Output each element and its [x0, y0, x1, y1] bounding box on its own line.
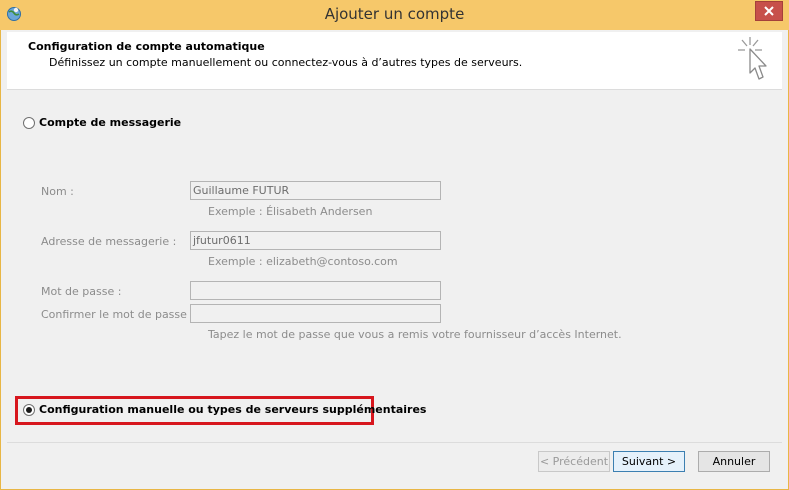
window-title: Ajouter un compte — [324, 5, 465, 23]
radio-email-account-circle[interactable] — [23, 116, 35, 129]
confirm-password-label: Confirmer le mot de passe : — [41, 308, 195, 321]
radio-email-account-label: Compte de messagerie — [39, 116, 182, 129]
email-label: Adresse de messagerie : — [41, 235, 177, 248]
password-hint: Tapez le mot de passe que vous a remis v… — [208, 328, 622, 341]
radio-email-account[interactable]: Compte de messagerie — [23, 116, 181, 129]
cursor-sparkle-icon — [738, 37, 767, 80]
password-label: Mot de passe : — [41, 285, 122, 298]
back-button[interactable]: < Précédent — [538, 451, 610, 472]
title-bar: Ajouter un compte — [0, 0, 789, 30]
cancel-button[interactable]: Annuler — [698, 451, 770, 472]
header-panel: Configuration de compte automatique Défi… — [7, 32, 782, 90]
radio-manual-config-label: Configuration manuelle ou types de serve… — [39, 403, 427, 416]
close-icon — [764, 6, 774, 16]
header-title: Configuration de compte automatique — [28, 40, 265, 53]
footer-separator — [7, 442, 782, 443]
name-label: Nom : — [41, 185, 74, 198]
radio-manual-config-circle[interactable] — [23, 403, 35, 416]
password-field[interactable] — [190, 281, 441, 300]
header-subtitle: Définissez un compte manuellement ou con… — [49, 56, 523, 69]
name-field[interactable]: Guillaume FUTUR — [190, 181, 441, 200]
name-hint: Exemple : Élisabeth Andersen — [208, 205, 373, 218]
confirm-password-field[interactable] — [190, 304, 441, 323]
next-button[interactable]: Suivant > — [613, 451, 685, 472]
close-button[interactable] — [755, 1, 783, 21]
radio-manual-config[interactable]: Configuration manuelle ou types de serve… — [23, 403, 426, 416]
email-hint: Exemple : elizabeth@contoso.com — [208, 255, 398, 268]
email-field[interactable]: jfutur0611 — [190, 231, 441, 250]
